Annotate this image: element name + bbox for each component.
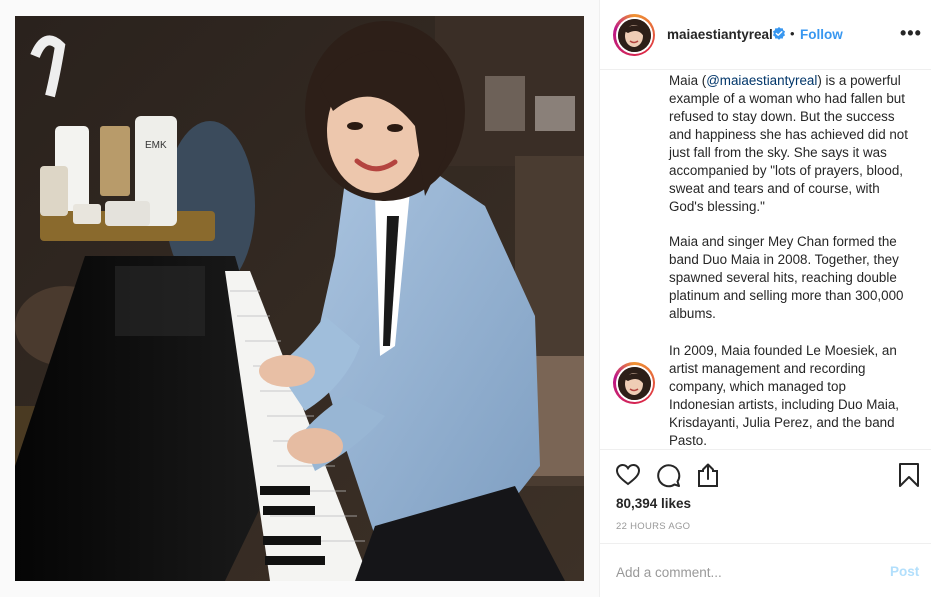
photo-image: EMK [15,16,584,581]
caption-text: ) is a powerful example of a woman who h… [669,73,908,214]
avatar[interactable] [613,362,655,404]
mention-link[interactable]: @maiaestiantyreal [706,73,817,88]
heart-icon[interactable] [615,462,641,488]
post-side-panel: maiaestiantyreal • Follow ••• Maia (@mai… [599,0,931,597]
caption-paragraph: Maia and singer Mey Chan formed the band… [669,234,904,321]
post-photo[interactable]: EMK [15,16,584,581]
more-options-icon[interactable]: ••• [900,24,922,42]
separator: • [790,26,795,41]
username[interactable]: maiaestiantyreal [667,27,773,42]
share-icon[interactable] [695,462,721,488]
action-bar [600,449,931,499]
caption-paragraph: In 2009, Maia founded Le Moesiek, an art… [669,343,900,448]
caption-paragraph: Maia (@maiaestiantyreal) is a powerful e… [669,72,914,216]
caption-text: Maia ( [669,73,707,88]
post-header: maiaestiantyreal • Follow ••• [600,0,931,70]
caption-area[interactable]: Maia (@maiaestiantyreal) is a powerful e… [600,71,931,449]
avatar-image [617,366,651,400]
follow-button[interactable]: Follow [800,27,843,42]
avatar[interactable] [613,14,655,56]
post-timestamp[interactable]: 22 HOURS AGO [616,521,690,532]
avatar-image [617,18,651,52]
add-comment-section: Post [600,543,931,597]
comment-bubble-icon[interactable] [655,462,681,488]
post-comment-button[interactable]: Post [890,564,919,579]
bookmark-icon[interactable] [896,462,922,488]
comment-input[interactable] [616,562,866,582]
bottle-label: EMK [145,140,167,151]
verified-badge-icon [773,27,785,40]
likes-count[interactable]: 80,394 likes [616,496,691,511]
